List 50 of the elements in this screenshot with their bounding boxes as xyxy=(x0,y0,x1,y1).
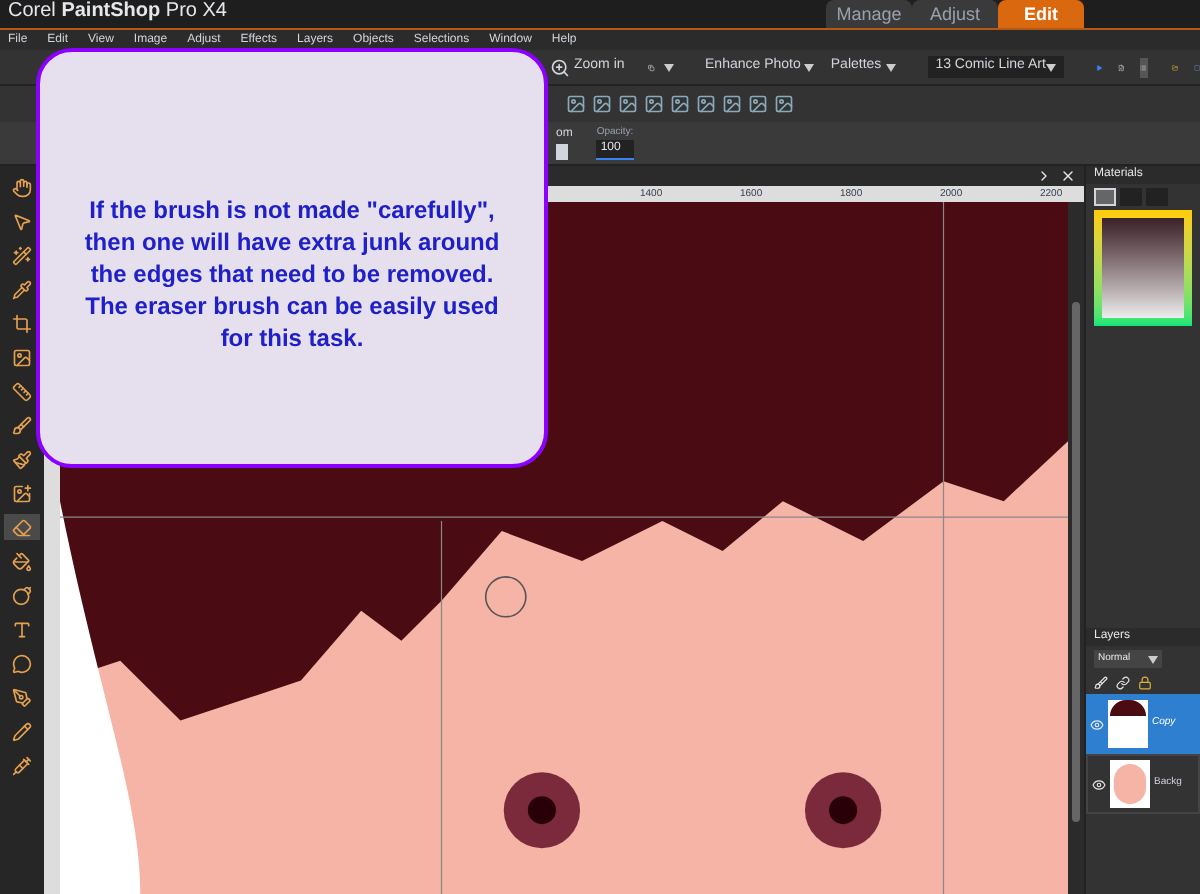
bomb-icon xyxy=(12,585,32,605)
photo-icon[interactable] xyxy=(748,94,768,114)
pencil-icon xyxy=(12,721,32,741)
close-icon[interactable] xyxy=(1060,168,1076,184)
callout-text: If the brush is not made "carefully", then one will have extra junk around the edges that need to be removed. The eraser brush can be easily used for this task. xyxy=(82,194,502,354)
speech-bubble-icon xyxy=(12,653,32,673)
text-icon xyxy=(12,619,32,639)
eraser-icon xyxy=(12,517,32,537)
photo-icon[interactable] xyxy=(644,94,664,114)
layer-thumbnail xyxy=(1108,700,1148,748)
list-icon[interactable] xyxy=(1140,57,1148,77)
paint-bucket-icon xyxy=(12,551,32,571)
materials-tab[interactable] xyxy=(1094,188,1116,206)
eyedropper-icon xyxy=(12,279,32,299)
workspace-tab[interactable]: Edit xyxy=(998,0,1084,28)
ruler-icon xyxy=(12,381,32,401)
layer-thumbnail xyxy=(1110,760,1150,808)
photo-icon[interactable] xyxy=(722,94,742,114)
pointer-icon xyxy=(12,211,32,231)
photo-icon[interactable] xyxy=(566,94,586,114)
pen-icon xyxy=(12,687,32,707)
picture-add-icon xyxy=(12,483,32,503)
picture-icon xyxy=(12,347,32,367)
brush-icon xyxy=(12,415,32,435)
workspace-tab[interactable]: Manage xyxy=(826,0,912,28)
caret-icon xyxy=(663,63,674,71)
tool-button[interactable] xyxy=(4,514,40,540)
caret-icon xyxy=(804,63,815,71)
brush-icon[interactable] xyxy=(1094,676,1108,690)
magic-wand-icon xyxy=(12,245,32,265)
photo-icon[interactable] xyxy=(670,94,690,114)
window-title: Corel PaintShop Pro X4 xyxy=(6,0,227,26)
zoom-icon xyxy=(550,57,570,77)
photo-icon[interactable] xyxy=(696,94,716,114)
crop-icon xyxy=(12,313,32,333)
lock-icon[interactable] xyxy=(1138,676,1152,690)
visibility-icon[interactable] xyxy=(1092,777,1106,791)
hand-icon xyxy=(12,177,32,197)
caret-icon xyxy=(1045,63,1056,71)
syringe-icon xyxy=(12,755,32,775)
color-picker[interactable] xyxy=(1094,210,1192,326)
caret-icon xyxy=(885,63,896,71)
photo-icon[interactable] xyxy=(592,94,612,114)
expand-icon[interactable] xyxy=(1036,168,1052,184)
link-icon[interactable] xyxy=(1116,676,1130,690)
workspace-tab[interactable]: Adjust xyxy=(912,0,998,28)
photo-icon[interactable] xyxy=(774,94,794,114)
caret-icon xyxy=(1148,655,1158,663)
paintbrush-icon xyxy=(12,449,32,469)
photo-icon[interactable] xyxy=(618,94,638,114)
